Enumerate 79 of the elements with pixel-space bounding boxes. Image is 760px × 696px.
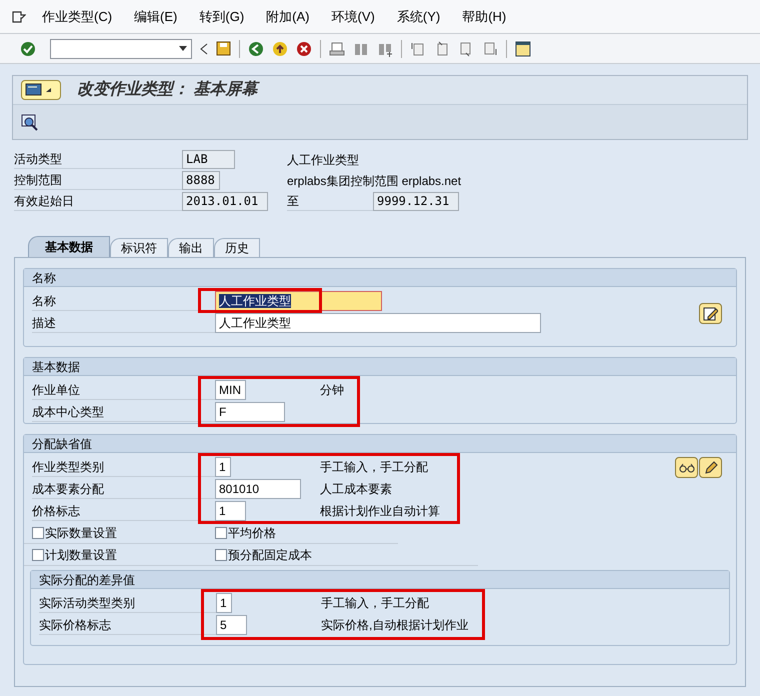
input-field[interactable]: 1 <box>216 593 232 613</box>
menu-item[interactable]: 作业类型(C) <box>42 6 112 26</box>
input-field[interactable]: 人工作业类型 <box>215 313 541 333</box>
description-text: 分钟 <box>320 382 344 399</box>
check-icon[interactable] <box>20 40 36 56</box>
input-field[interactable]: 1 <box>215 457 231 477</box>
save-icon[interactable] <box>216 41 231 56</box>
display-field: LAB <box>182 150 235 169</box>
description-text: 手工输入，手工分配 <box>321 595 429 612</box>
back-icon[interactable] <box>248 40 264 56</box>
field-label: 名称 <box>32 292 215 310</box>
menu-button[interactable] <box>21 80 61 100</box>
menu-item[interactable]: 编辑(E) <box>134 6 178 26</box>
field-label: 有效起始日 <box>14 192 182 211</box>
display-field: 9999.12.31 <box>373 192 459 211</box>
tab[interactable]: 输出 <box>168 238 214 257</box>
display-field: 8888 <box>182 171 220 190</box>
group-title: 基本数据 <box>24 358 736 376</box>
description-text: 实际价格,自动根据计划作业 <box>321 617 468 634</box>
input-field[interactable]: MIN <box>215 380 246 400</box>
zoom-icon[interactable] <box>21 114 38 130</box>
edit-button[interactable] <box>699 303 722 324</box>
checkbox[interactable] <box>215 548 227 560</box>
menu-item[interactable]: 帮助(H) <box>462 6 506 26</box>
checkbox[interactable] <box>32 548 44 560</box>
window-icon[interactable] <box>515 40 531 56</box>
display-button[interactable] <box>675 457 698 478</box>
description-text: 根据计划作业自动计算 <box>320 503 440 520</box>
print-icon[interactable] <box>329 40 345 56</box>
menu-item[interactable]: 附加(A) <box>266 6 310 26</box>
command-field[interactable] <box>50 38 192 58</box>
tab[interactable]: 历史 <box>214 238 260 257</box>
field-label: 成本中心类型 <box>32 402 215 422</box>
field-label: 实际活动类型类别 <box>39 594 216 612</box>
field-label: 实际价格标志 <box>39 616 216 634</box>
input-field[interactable]: 801010 <box>215 479 301 499</box>
input-field[interactable]: 人工作业类型 <box>215 291 382 311</box>
field-label: 价格标志 <box>32 502 215 520</box>
group-title: 实际分配的差异值 <box>31 571 729 589</box>
field-label: 描述 <box>32 314 215 332</box>
field-label: 作业类型类别 <box>32 458 215 476</box>
last-page-icon[interactable] <box>482 40 498 56</box>
menu-item[interactable]: 系统(Y) <box>396 6 440 26</box>
description-text: 手工输入，手工分配 <box>320 459 428 476</box>
note-pencil-icon <box>703 306 718 321</box>
checkbox-label: 实际数量设置 <box>45 524 117 542</box>
tab[interactable]: 标识符 <box>110 238 168 257</box>
pencil-icon <box>704 460 718 474</box>
field-label: 控制范围 <box>14 171 182 190</box>
checkbox-label: 计划数量设置 <box>45 546 117 564</box>
field-label: 成本要素分配 <box>32 480 215 498</box>
input-field[interactable]: F <box>215 402 285 422</box>
glasses-icon <box>678 462 694 472</box>
first-page-icon[interactable] <box>410 40 426 56</box>
display-field: 2013.01.01 <box>182 192 268 211</box>
description-text: erplabs集团控制范围 erplabs.net <box>287 172 462 190</box>
cancel-icon[interactable] <box>296 40 312 56</box>
menu-item[interactable]: 转到(G) <box>199 6 244 26</box>
checkbox[interactable] <box>32 526 44 538</box>
dropdown-icon[interactable] <box>179 46 187 51</box>
checkbox-label: 平均价格 <box>228 524 276 542</box>
description-text: 人工作业类型 <box>287 152 359 168</box>
input-field[interactable]: 5 <box>216 615 247 635</box>
exit-icon[interactable] <box>272 40 288 56</box>
checkbox[interactable] <box>215 526 227 538</box>
field-label: 作业单位 <box>32 380 215 400</box>
group-title: 名称 <box>24 269 736 287</box>
menu-icon[interactable] <box>12 10 26 22</box>
group-title: 分配缺省值 <box>24 435 736 453</box>
input-field[interactable]: 1 <box>215 501 246 521</box>
field-label: 活动类型 <box>14 150 182 169</box>
menu-item[interactable]: 环境(V) <box>332 6 375 26</box>
tab[interactable]: 基本数据 <box>28 236 110 257</box>
screen-icon <box>25 83 42 97</box>
checkbox-label: 预分配固定成本 <box>228 546 312 564</box>
change-button[interactable] <box>699 457 722 478</box>
screen-title: 改变作业类型： 基本屏幕 <box>77 78 258 102</box>
description-text: 人工成本要素 <box>320 481 392 498</box>
caret-icon <box>46 88 51 92</box>
